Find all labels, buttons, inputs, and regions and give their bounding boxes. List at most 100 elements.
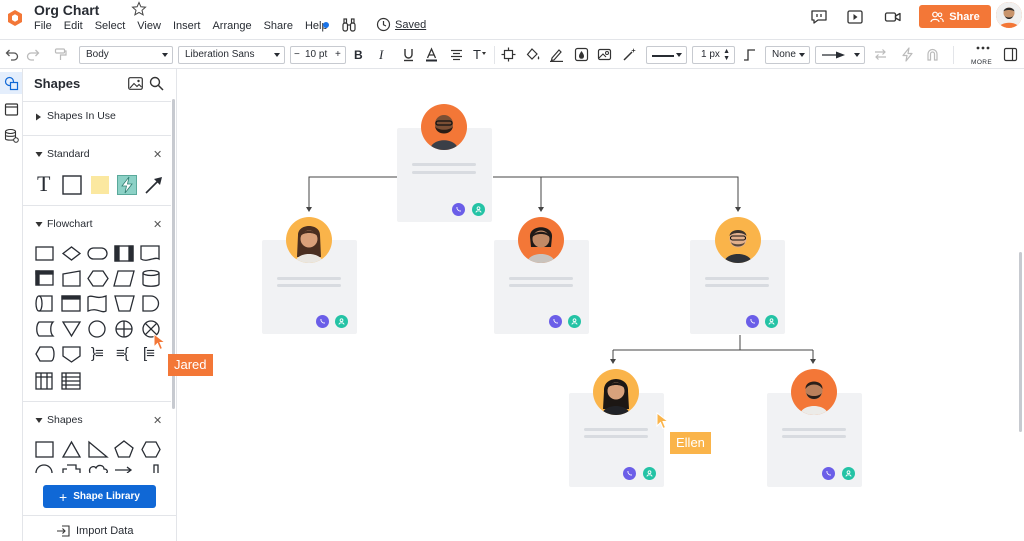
rail-shapes-button[interactable] — [0, 72, 22, 94]
magic-wand-icon[interactable] — [622, 47, 637, 62]
swap-arrows-icon[interactable] — [873, 47, 888, 62]
avatar[interactable] — [791, 369, 837, 415]
merge-shape[interactable] — [61, 321, 82, 338]
redo-icon[interactable] — [26, 47, 41, 62]
off-page-reference-shape[interactable] — [62, 346, 81, 363]
annotation-brace-shape[interactable]: ≡{ — [116, 345, 129, 362]
app-logo-icon[interactable] — [6, 9, 24, 27]
manual-operation-shape[interactable] — [114, 295, 135, 312]
person-icon[interactable] — [842, 467, 855, 480]
person-icon[interactable] — [472, 203, 485, 216]
rail-data-button[interactable] — [0, 124, 22, 146]
phone-icon[interactable] — [623, 467, 636, 480]
present-icon[interactable] — [846, 9, 864, 25]
text-options-button[interactable]: T — [473, 46, 481, 64]
decrease-font-size-button[interactable]: − — [294, 47, 300, 63]
right-triangle-shape[interactable] — [88, 440, 109, 458]
binoculars-icon[interactable] — [341, 17, 357, 33]
text-align-icon[interactable] — [449, 47, 464, 62]
increase-font-size-button[interactable]: + — [335, 47, 341, 63]
avatar[interactable] — [715, 217, 761, 263]
bar-shape[interactable] — [153, 464, 159, 473]
section-shapes-in-use[interactable]: Shapes In Use — [23, 107, 171, 127]
cloud-shape[interactable] — [88, 464, 108, 473]
cross-shape[interactable] — [62, 464, 81, 473]
arrow-start-select[interactable]: None — [765, 46, 810, 64]
menu-edit[interactable]: Edit — [64, 19, 83, 33]
menu-view[interactable]: View — [137, 19, 161, 33]
menu-select[interactable]: Select — [95, 19, 126, 33]
line-color-icon[interactable] — [549, 47, 564, 62]
menu-file[interactable]: File — [34, 19, 52, 33]
data-shape[interactable] — [113, 270, 135, 287]
section-standard[interactable]: Standard ✕ — [23, 145, 171, 165]
image-icon[interactable] — [128, 77, 143, 90]
manual-input-shape[interactable] — [62, 270, 81, 287]
internal-storage-shape[interactable] — [35, 270, 54, 286]
document-shape[interactable] — [140, 245, 160, 261]
pentagon-shape[interactable] — [114, 440, 134, 458]
shape-library-button[interactable]: + Shape Library — [43, 485, 156, 508]
close-icon[interactable]: ✕ — [153, 414, 162, 427]
phone-icon[interactable] — [316, 315, 329, 328]
hexagon-shape[interactable] — [141, 441, 161, 458]
menu-share[interactable]: Share — [264, 19, 293, 33]
avatar[interactable] — [518, 217, 564, 263]
circle-shape[interactable] — [35, 464, 53, 473]
share-button[interactable]: Share — [919, 5, 991, 28]
process-shape[interactable] — [35, 246, 54, 261]
import-data-button[interactable]: Import Data — [56, 525, 133, 537]
menu-arrange[interactable]: Arrange — [212, 19, 251, 33]
direct-data-shape[interactable] — [35, 295, 53, 312]
square-shape[interactable] — [35, 441, 54, 458]
panel-toggle-icon[interactable] — [1003, 47, 1018, 62]
bold-button[interactable]: B — [354, 46, 363, 64]
punched-tape-shape[interactable] — [87, 295, 107, 313]
phone-icon[interactable] — [549, 315, 562, 328]
phone-icon[interactable] — [746, 315, 759, 328]
decision-shape[interactable] — [61, 246, 82, 261]
undo-icon[interactable] — [4, 47, 19, 62]
menu-insert[interactable]: Insert — [173, 19, 201, 33]
more-dots-icon[interactable] — [976, 44, 990, 52]
preparation-shape[interactable] — [87, 270, 109, 287]
video-call-icon[interactable] — [884, 9, 902, 25]
table-shape[interactable] — [35, 372, 53, 390]
chat-icon[interactable] — [810, 9, 828, 25]
database-shape[interactable] — [142, 269, 160, 287]
section-flowchart[interactable]: Flowchart ✕ — [23, 215, 171, 235]
action-block-shape[interactable] — [117, 175, 137, 195]
more-label[interactable]: MORE — [971, 59, 992, 66]
history-icon[interactable] — [376, 17, 391, 32]
avatar[interactable] — [421, 104, 467, 150]
underline-icon[interactable] — [401, 47, 416, 62]
person-icon[interactable] — [643, 467, 656, 480]
person-icon[interactable] — [568, 315, 581, 328]
diagram-canvas[interactable]: Ellen — [178, 69, 1024, 541]
person-icon[interactable] — [765, 315, 778, 328]
rectangle-shape[interactable] — [62, 175, 82, 195]
brace-note-shape[interactable]: }≡ — [91, 345, 104, 362]
arrow-end-select[interactable] — [815, 46, 865, 64]
user-avatar[interactable] — [996, 2, 1022, 28]
terminator-shape[interactable] — [87, 247, 108, 260]
format-painter-icon[interactable] — [53, 47, 68, 62]
card-shape[interactable] — [61, 295, 81, 312]
lightning-icon[interactable] — [900, 47, 915, 62]
line-shape-icon[interactable] — [742, 47, 757, 62]
person-icon[interactable] — [335, 315, 348, 328]
line-style-select[interactable] — [646, 46, 687, 64]
triangle-shape[interactable] — [61, 440, 82, 458]
font-size-stepper[interactable]: − 10 pt + — [290, 46, 346, 64]
text-color-icon[interactable] — [424, 47, 439, 62]
star-icon[interactable] — [131, 1, 147, 17]
image-settings-icon[interactable] — [597, 47, 612, 62]
summing-junction-shape[interactable] — [115, 320, 133, 338]
arrow-shape[interactable] — [115, 466, 133, 473]
close-icon[interactable]: ✕ — [153, 218, 162, 231]
phone-icon[interactable] — [822, 467, 835, 480]
connector-shape[interactable] — [88, 320, 106, 338]
stored-data-shape[interactable] — [36, 321, 55, 337]
opacity-icon[interactable] — [574, 47, 589, 62]
sticky-note-shape[interactable] — [90, 175, 110, 195]
